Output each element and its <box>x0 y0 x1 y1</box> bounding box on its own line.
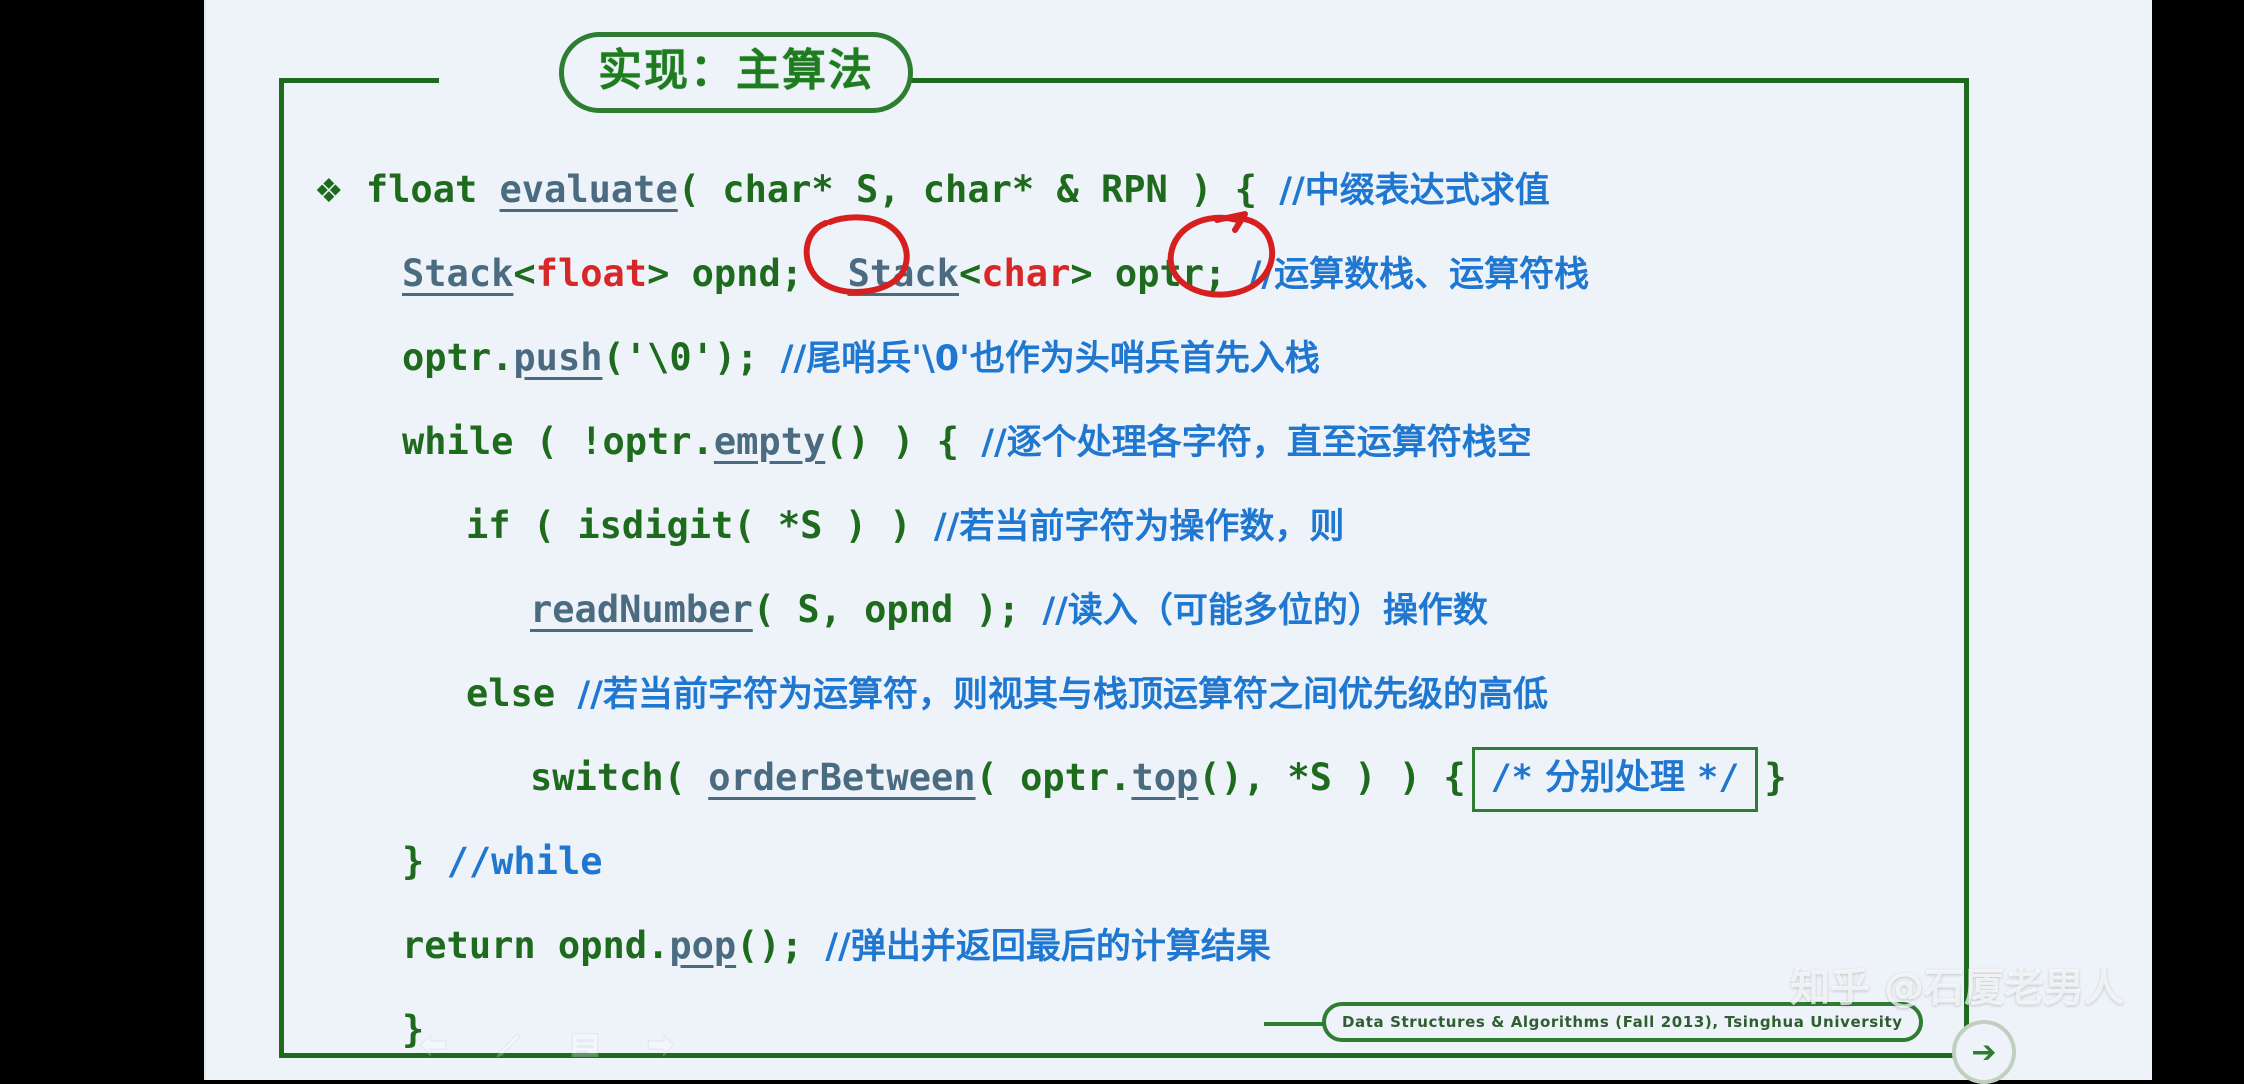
code-line-6: readNumber( S, opnd ); //读入（可能多位的）操作数 <box>314 568 1954 652</box>
boxed-comment-text: 分别处理 <box>1544 758 1685 798</box>
footer-connector-line <box>1264 1022 1326 1026</box>
type-name-stack: Stack <box>402 252 514 295</box>
function-name-pop: pop <box>669 924 737 967</box>
code-line-3: optr.push('\0'); //尾哨兵'\0'也作为头哨兵首先入栈 <box>314 316 1954 400</box>
type-name-stack-2: Stack <box>847 252 959 295</box>
function-name-empty: empty <box>713 420 826 463</box>
code-line-8: switch( orderBetween( optr.top(), *S ) )… <box>314 736 1954 820</box>
function-name-push: push <box>513 336 603 379</box>
page-title: 实现：主算法 <box>598 45 874 96</box>
code-text: () ) { <box>825 420 959 463</box>
pen-icon[interactable] <box>492 1028 526 1062</box>
template-type-char: char <box>981 252 1071 295</box>
code-keyword: float <box>365 168 500 211</box>
slide-canvas: 实现：主算法 ❖ float evaluate( char* S, char* … <box>204 0 2152 1084</box>
code-line-7: else //若当前字符为运算符，则视其与栈顶运算符之间优先级的高低 <box>314 652 1954 736</box>
code-text: ('\0'); <box>602 336 759 379</box>
code-text: ( optr. <box>975 756 1132 799</box>
boxed-comment-open: /* <box>1490 758 1533 798</box>
function-name-top: top <box>1131 756 1199 799</box>
code-text: optr. <box>402 336 514 379</box>
code-text: switch( <box>530 756 709 799</box>
function-name-evaluate: evaluate <box>499 168 678 211</box>
screenshot-root: 实现：主算法 ❖ float evaluate( char* S, char* … <box>0 0 2244 1084</box>
list-icon[interactable] <box>568 1028 602 1062</box>
code-comment: //弹出并返回最后的计算结果 <box>825 927 1271 967</box>
code-text: ( char* S, char* & RPN ) { <box>677 168 1257 211</box>
frame-top-left-segment <box>279 78 439 83</box>
code-line-5: if ( isdigit( *S ) ) //若当前字符为操作数，则 <box>314 484 1954 568</box>
boxed-comment: /* 分别处理 */ <box>1471 747 1759 812</box>
letterbox-right <box>2152 0 2244 1080</box>
code-comment: //while <box>446 840 603 883</box>
code-line-10: return opnd.pop(); //弹出并返回最后的计算结果 <box>314 904 1954 988</box>
next-slide-label: ➔ <box>1971 1034 1997 1070</box>
code-comment: //中缀表达式求值 <box>1279 171 1550 211</box>
angle-open-2: < <box>958 252 982 295</box>
template-type-float: float <box>535 252 648 295</box>
angle-close: > <box>647 252 692 295</box>
code-brace: } <box>402 840 425 883</box>
function-name-orderbetween: orderBetween <box>708 756 976 799</box>
code-text: return opnd. <box>402 924 670 967</box>
slide-left-edge <box>204 0 206 1080</box>
angle-open: < <box>513 252 536 295</box>
code-line-4: while ( !optr.empty() ) { //逐个处理各字符，直至运算… <box>314 400 1954 484</box>
forward-arrow-icon[interactable] <box>644 1028 678 1062</box>
code-line-9: } //while <box>314 820 1954 904</box>
slide-title-pill: 实现：主算法 <box>559 32 913 114</box>
variable-optr: optr; <box>1114 252 1227 295</box>
code-text: (), *S ) ) { <box>1198 756 1466 799</box>
back-arrow-icon[interactable] <box>416 1028 450 1062</box>
next-slide-button[interactable]: ➔ <box>1952 1020 2016 1084</box>
code-comment: //逐个处理各字符，直至运算符栈空 <box>981 423 1532 463</box>
letterbox-left <box>0 0 204 1080</box>
code-comment: //读入（可能多位的）操作数 <box>1042 591 1488 631</box>
footer-note: Data Structures & Algorithms (Fall 2013)… <box>1342 1013 1903 1031</box>
function-name-readnumber: readNumber <box>530 588 753 631</box>
code-comment: //若当前字符为运算符，则视其与栈顶运算符之间优先级的高低 <box>577 675 1548 715</box>
code-comment: //运算数栈、运算符栈 <box>1248 255 1590 295</box>
code-text: (); <box>736 924 803 967</box>
code-block: ❖ float evaluate( char* S, char* & RPN )… <box>314 148 1954 1072</box>
variable-opnd: opnd; <box>691 252 804 295</box>
code-comment: //尾哨兵'\0'也作为头哨兵首先入栈 <box>780 339 1320 379</box>
watermark: 知乎 @石厦老男人 <box>1790 965 2124 1011</box>
frame-top-right-segment <box>824 78 1969 83</box>
code-line-2: Stack<float> opnd; Stack<char> optr; //运… <box>314 232 1954 316</box>
code-keyword-else: else <box>466 672 556 715</box>
bullet-icon: ❖ <box>314 171 344 210</box>
slide-toolbar[interactable] <box>416 1028 678 1062</box>
code-text: ( S, opnd ); <box>752 588 1021 631</box>
code-text: } <box>1764 756 1787 799</box>
code-comment: //若当前字符为操作数，则 <box>933 507 1345 547</box>
angle-close-2: > <box>1070 252 1115 295</box>
code-text: if ( isdigit( *S ) ) <box>466 504 912 547</box>
code-text: while ( !optr. <box>402 420 714 463</box>
boxed-comment-close: */ <box>1697 758 1740 798</box>
code-line-1: ❖ float evaluate( char* S, char* & RPN )… <box>314 148 1954 232</box>
